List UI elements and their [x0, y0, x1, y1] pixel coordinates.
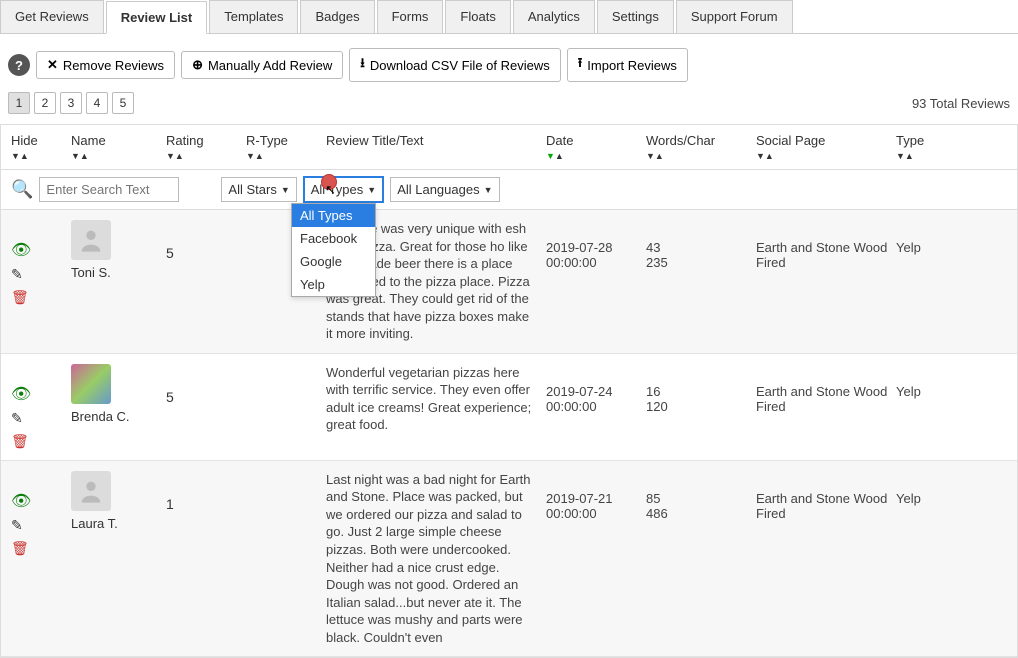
table-row: 👁 ✎ 🗑 Laura T.1 Last night was a bad night …	[1, 461, 1017, 657]
table: Hide▼▲ Name▼▲ Rating▼▲ R-Type▼▲ Review T…	[0, 124, 1018, 658]
rating-value: 1	[166, 471, 246, 646]
download-icon: ⭳	[360, 54, 365, 76]
header-words-char[interactable]: Words/Char▼▲	[646, 133, 756, 161]
download-csv-button[interactable]: ⭳Download CSV File of Reviews	[349, 48, 560, 82]
page-1[interactable]: 1	[8, 92, 30, 114]
header-name[interactable]: Name▼▲	[71, 133, 166, 161]
reviewer-name: Laura T.	[71, 516, 166, 531]
delete-icon[interactable]: 🗑	[11, 433, 29, 450]
header-row: Hide▼▲ Name▼▲ Rating▼▲ R-Type▼▲ Review T…	[1, 125, 1017, 170]
tab-settings[interactable]: Settings	[597, 0, 674, 33]
visibility-icon[interactable]: 👁	[11, 384, 31, 404]
rtype-option-facebook[interactable]: Facebook	[292, 227, 375, 250]
nav-tabs: Get ReviewsReview ListTemplatesBadgesFor…	[0, 0, 1018, 34]
edit-icon[interactable]: ✎	[11, 517, 23, 534]
tab-templates[interactable]: Templates	[209, 0, 298, 33]
visibility-icon[interactable]: 👁	[11, 491, 31, 511]
delete-icon[interactable]: 🗑	[11, 289, 29, 306]
tab-support-forum[interactable]: Support Forum	[676, 0, 793, 33]
header-rating[interactable]: Rating▼▲	[166, 133, 246, 161]
review-type: Yelp	[896, 220, 956, 343]
tab-forms[interactable]: Forms	[377, 0, 444, 33]
help-button[interactable]: ?	[8, 54, 30, 76]
edit-icon[interactable]: ✎	[11, 266, 23, 283]
words-char: 43 235	[646, 220, 756, 343]
upload-icon: ⭱	[578, 54, 583, 76]
header-date[interactable]: Date▼▲	[546, 133, 646, 161]
social-page: Earth and Stone Wood Fired	[756, 220, 896, 343]
rating-value: 5	[166, 364, 246, 450]
words-char: 16 120	[646, 364, 756, 450]
tab-analytics[interactable]: Analytics	[513, 0, 595, 33]
tab-badges[interactable]: Badges	[300, 0, 374, 33]
tab-review-list[interactable]: Review List	[106, 1, 208, 34]
page-4[interactable]: 4	[86, 92, 108, 114]
toolbar: ? ✕Remove Reviews ⊕Manually Add Review ⭳…	[0, 44, 1018, 86]
review-text: Wonderful vegetarian pizzas here with te…	[326, 364, 546, 450]
pager: 12345	[8, 92, 134, 114]
review-date: 2019-07-24 00:00:00	[546, 364, 646, 450]
page-5[interactable]: 5	[112, 92, 134, 114]
plus-icon: ⊕	[192, 57, 203, 73]
visibility-icon[interactable]: 👁	[11, 240, 31, 260]
add-review-button[interactable]: ⊕Manually Add Review	[181, 51, 343, 79]
rtype-option-all-types[interactable]: All Types	[292, 204, 375, 227]
avatar	[71, 471, 111, 511]
rating-value: 5	[166, 220, 246, 343]
rtype-select[interactable]: All Types ▼	[303, 176, 384, 203]
avatar	[71, 364, 111, 404]
filter-row: 🔍 All Stars ▼ All Types ▼ All Languages …	[1, 170, 1017, 210]
remove-reviews-button[interactable]: ✕Remove Reviews	[36, 51, 175, 79]
avatar	[71, 220, 111, 260]
social-page: Earth and Stone Wood Fired	[756, 471, 896, 646]
import-reviews-button[interactable]: ⭱Import Reviews	[567, 48, 688, 82]
pager-row: 12345 93 Total Reviews	[0, 86, 1018, 120]
page-3[interactable]: 3	[60, 92, 82, 114]
reviewer-name: Toni S.	[71, 265, 166, 280]
edit-icon[interactable]: ✎	[11, 410, 23, 427]
header-social-page[interactable]: Social Page▼▲	[756, 133, 896, 161]
total-reviews: 93 Total Reviews	[912, 96, 1010, 111]
table-row: 👁✎🗑Toni S.5his place was very unique wit…	[1, 210, 1017, 354]
header-text[interactable]: Review Title/Text	[326, 133, 546, 161]
rtype-option-google[interactable]: Google	[292, 250, 375, 273]
language-select[interactable]: All Languages ▼	[390, 177, 499, 202]
header-rtype[interactable]: R-Type▼▲	[246, 133, 326, 161]
table-row: 👁 ✎ 🗑 Brenda C.5 Wonderful vegetarian pizza…	[1, 354, 1017, 461]
header-type[interactable]: Type▼▲	[896, 133, 956, 161]
rtype-dropdown: All TypesFacebookGoogleYelp	[291, 203, 376, 297]
review-date: 2019-07-28 00:00:00	[546, 220, 646, 343]
delete-icon[interactable]: 🗑	[11, 540, 29, 557]
review-type: Yelp	[896, 364, 956, 450]
review-type: Yelp	[896, 471, 956, 646]
search-icon: 🔍	[11, 179, 33, 200]
stars-select[interactable]: All Stars ▼	[221, 177, 296, 202]
tab-get-reviews[interactable]: Get Reviews	[0, 0, 104, 33]
tab-floats[interactable]: Floats	[445, 0, 510, 33]
close-icon: ✕	[47, 57, 58, 73]
reviewer-name: Brenda C.	[71, 409, 166, 424]
header-hide[interactable]: Hide▼▲	[11, 133, 71, 161]
words-char: 85 486	[646, 471, 756, 646]
rtype-option-yelp[interactable]: Yelp	[292, 273, 375, 296]
search-input[interactable]	[39, 177, 179, 202]
review-text: Last night was a bad night for Earth and…	[326, 471, 546, 646]
review-date: 2019-07-21 00:00:00	[546, 471, 646, 646]
page-2[interactable]: 2	[34, 92, 56, 114]
social-page: Earth and Stone Wood Fired	[756, 364, 896, 450]
